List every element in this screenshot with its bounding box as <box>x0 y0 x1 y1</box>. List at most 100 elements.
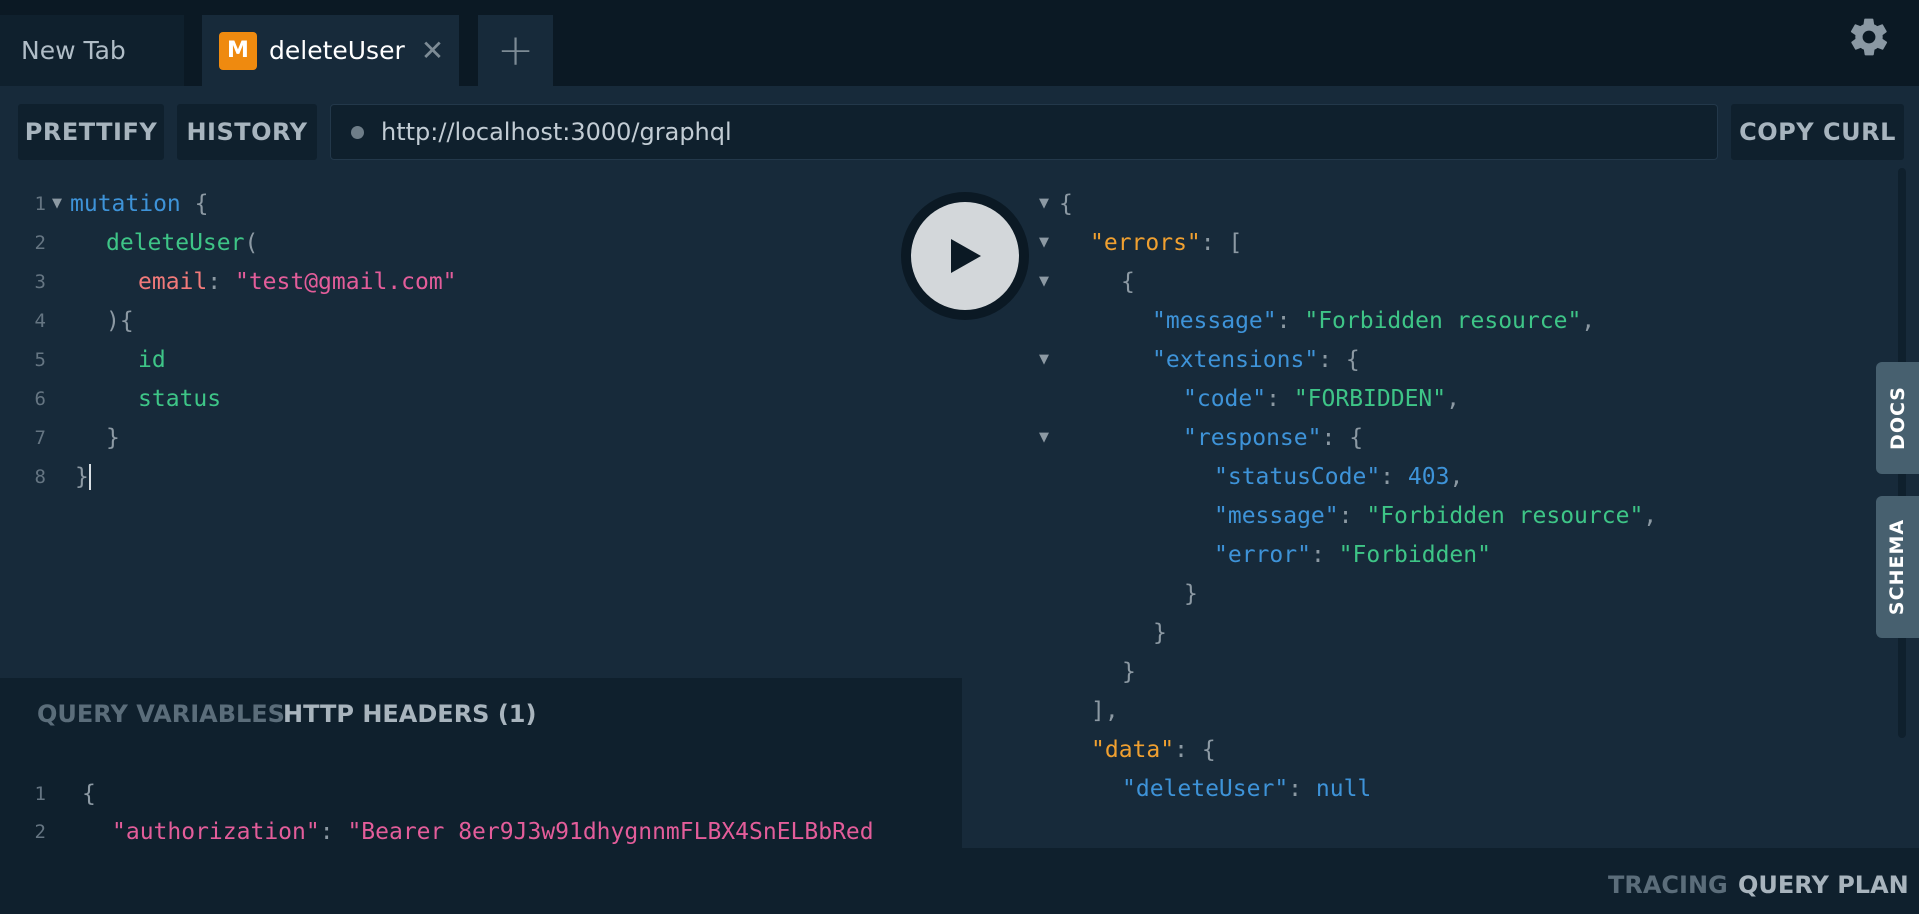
docs-tab[interactable]: DOCS <box>1876 362 1919 474</box>
result-line: ▼ "extensions": { <box>962 340 1360 379</box>
brace: } <box>1122 658 1136 685</box>
fold-arrow-icon[interactable]: ▼ <box>1037 196 1051 211</box>
colon: : <box>1338 502 1353 529</box>
history-button[interactable]: HISTORY <box>177 104 317 160</box>
tab-delete-user[interactable]: M deleteUser ✕ <box>202 15 459 86</box>
response-message-key: "message" <box>1214 502 1339 529</box>
query-editor[interactable]: 1 ▼ mutation { 2 deleteUser( 3 email: "t… <box>0 182 962 678</box>
code-key: "code" <box>1183 385 1267 412</box>
bracket: [ <box>1228 229 1243 256</box>
tab-query-variables[interactable]: QUERY VARIABLES <box>37 700 285 728</box>
brace: } <box>75 463 89 490</box>
brace: { <box>1059 190 1073 217</box>
close-icon[interactable]: ✕ <box>421 34 444 67</box>
fold-arrow-icon[interactable]: ▼ <box>1037 352 1051 367</box>
result-line: "error": "Forbidden" <box>962 535 1491 574</box>
header-key: "authorization" <box>112 818 320 845</box>
brace: { <box>1121 268 1135 295</box>
code-line: 8 } <box>0 457 91 496</box>
colon: : <box>1380 463 1395 490</box>
code-line: 2 deleteUser( <box>0 223 259 262</box>
comma: , <box>1446 385 1460 412</box>
copy-curl-button[interactable]: COPY CURL <box>1731 104 1904 160</box>
comma: , <box>1449 463 1464 490</box>
colon: : <box>1266 385 1280 412</box>
text-cursor <box>88 463 91 490</box>
line-number: 5 <box>34 348 46 371</box>
line-number: 1 <box>34 192 46 215</box>
schema-tab-label: SCHEMA <box>1886 518 1909 616</box>
line-number: 7 <box>34 426 46 449</box>
result-line: "message": "Forbidden resource", <box>962 301 1595 340</box>
schema-tab[interactable]: SCHEMA <box>1876 496 1919 638</box>
code-line: 4 ){ <box>0 301 134 340</box>
fold-arrow-icon[interactable]: ▼ <box>1037 235 1051 250</box>
line-number: 8 <box>34 465 46 488</box>
line-number: 2 <box>34 820 46 843</box>
brace: { <box>194 190 209 217</box>
line-number: 2 <box>34 231 46 254</box>
tab-http-headers[interactable]: HTTP HEADERS (1) <box>283 700 536 728</box>
data-key: "data" <box>1091 736 1175 763</box>
code-line: 1 ▼ mutation { <box>0 184 209 223</box>
arg-email: email <box>138 268 208 295</box>
error-value: "Forbidden" <box>1338 541 1491 568</box>
comma: , <box>1643 502 1658 529</box>
line-number: 3 <box>34 270 46 293</box>
colon: : <box>207 268 222 295</box>
tab-label: New Tab <box>21 36 126 65</box>
colon: : <box>1321 424 1336 451</box>
fold-arrow-icon[interactable]: ▼ <box>50 196 64 211</box>
mutation-badge: M <box>219 31 257 70</box>
colon: : <box>1174 736 1188 763</box>
arg-email-value: "test@gmail.com" <box>234 268 457 295</box>
gear-icon[interactable] <box>1847 15 1891 59</box>
colon: : <box>319 818 334 845</box>
result-line: "message": "Forbidden resource", <box>962 496 1657 535</box>
line-number: 1 <box>34 782 46 805</box>
result-line: } <box>962 574 1198 613</box>
fold-arrow-icon[interactable]: ▼ <box>1037 430 1051 445</box>
header-value: "Bearer 8er9J3w91dhygnnmFLBX4SnELBbRed <box>347 818 874 845</box>
paren-brace: ){ <box>106 307 134 334</box>
deleteuser-value: null <box>1315 775 1372 802</box>
field-id: id <box>138 346 166 373</box>
add-tab-button[interactable]: + <box>478 15 553 86</box>
brace: { <box>1345 346 1360 373</box>
tracing-tab[interactable]: TRACING <box>1608 871 1728 899</box>
endpoint-url[interactable]: http://localhost:3000/graphql <box>381 118 732 146</box>
colon: : <box>1318 346 1333 373</box>
fold-arrow-icon[interactable]: ▼ <box>1037 274 1051 289</box>
message-value: "Forbidden resource" <box>1304 307 1582 334</box>
docs-tab-label: DOCS <box>1886 386 1909 450</box>
code-line: 6 status <box>0 379 222 418</box>
play-icon <box>951 239 981 273</box>
extensions-key: "extensions" <box>1152 346 1319 373</box>
paren: ( <box>244 229 259 256</box>
colon: : <box>1276 307 1291 334</box>
brace: } <box>1184 580 1198 607</box>
execute-query-button[interactable] <box>911 202 1019 310</box>
colon: : <box>1288 775 1303 802</box>
result-line: } <box>962 613 1167 652</box>
field-deleteuser: deleteUser <box>106 229 245 256</box>
response-message-value: "Forbidden resource" <box>1366 502 1644 529</box>
error-key: "error" <box>1214 541 1311 568</box>
code-line: 7 } <box>0 418 120 457</box>
errors-key: "errors" <box>1090 229 1201 256</box>
result-line: ▼ "response": { <box>962 418 1363 457</box>
brace: { <box>1201 736 1216 763</box>
code-line: 3 email: "test@gmail.com" <box>0 262 457 301</box>
result-line: } <box>962 652 1136 691</box>
line-number: 4 <box>34 309 46 332</box>
result-line: "deleteUser": null <box>962 769 1371 808</box>
brace: } <box>106 424 120 451</box>
result-line: "statusCode": 403, <box>962 457 1463 496</box>
tab-new-tab[interactable]: New Tab <box>0 15 184 86</box>
query-plan-tab[interactable]: QUERY PLAN <box>1738 871 1909 899</box>
bracket: ], <box>1091 697 1119 724</box>
brace: { <box>82 780 96 807</box>
brace: } <box>1153 619 1167 646</box>
prettify-button[interactable]: PRETTIFY <box>18 104 164 160</box>
endpoint-url-bar[interactable]: http://localhost:3000/graphql <box>330 104 1718 160</box>
